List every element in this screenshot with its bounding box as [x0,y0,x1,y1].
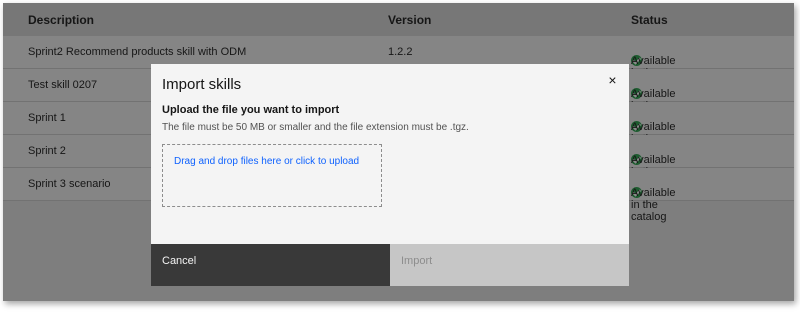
close-icon: × [608,71,617,88]
close-button[interactable]: × [596,64,629,95]
cancel-label: Cancel [162,255,197,267]
upload-label: Upload the file you want to import [162,104,340,116]
import-label: Import [401,255,433,267]
file-dropzone[interactable]: Drag and drop files here or click to upl… [162,144,382,207]
import-skills-modal: Import skills × Upload the file you want… [151,64,629,286]
upload-helper-text: The file must be 50 MB or smaller and th… [162,122,469,133]
app-window: Description Version Status Sprint2 Recom… [3,3,794,301]
modal-footer: Cancel Import [151,244,629,286]
dropzone-link[interactable]: Drag and drop files here or click to upl… [174,156,359,167]
import-button[interactable]: Import [390,244,629,286]
modal-title: Import skills [162,76,242,93]
cancel-button[interactable]: Cancel [151,244,390,286]
